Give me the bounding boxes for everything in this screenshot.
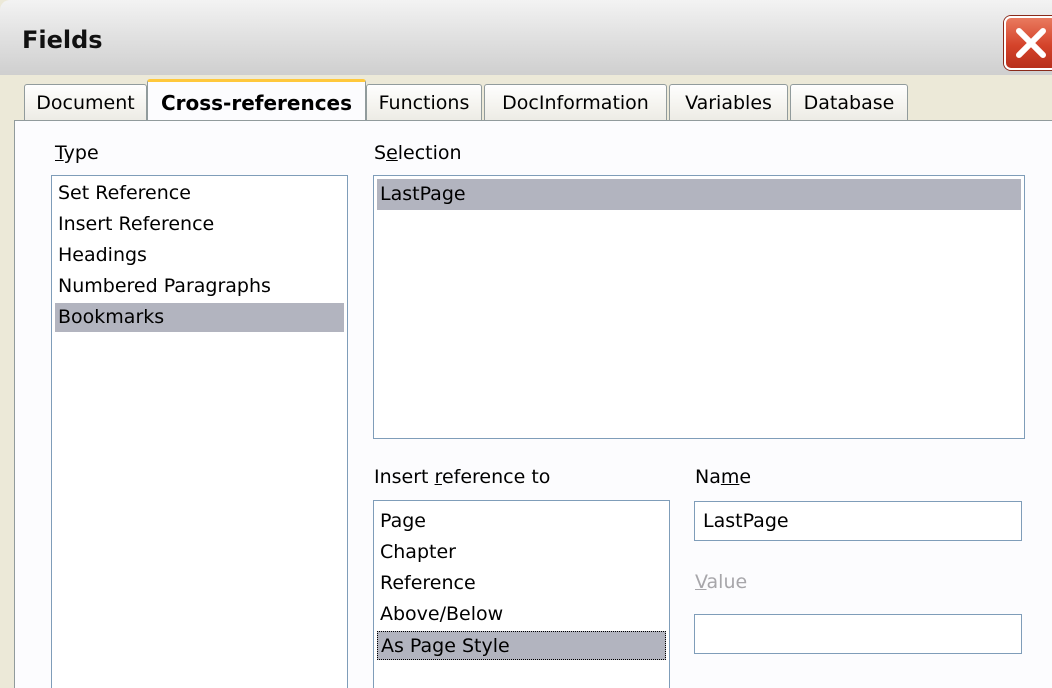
type-item-insert-reference[interactable]: Insert Reference [55, 210, 344, 239]
selection-label: Selection [374, 142, 462, 164]
selection-item-lastpage[interactable]: LastPage [377, 179, 1021, 210]
reference-item-as-page-style[interactable]: As Page Style [377, 631, 666, 660]
type-listbox[interactable]: Set Reference Insert Reference Headings … [51, 175, 348, 688]
tab-label: DocInformation [502, 92, 649, 114]
dialog-title: Fields [22, 26, 103, 54]
tab-label: Database [803, 92, 895, 114]
value-input[interactable] [694, 614, 1022, 654]
cross-references-page: Type Set Reference Insert Reference Head… [14, 120, 1052, 688]
tab-label: Functions [378, 92, 470, 114]
selection-listbox[interactable]: LastPage [373, 175, 1025, 439]
type-item-set-reference[interactable]: Set Reference [55, 179, 344, 208]
title-bar[interactable]: Fields [0, 0, 1052, 76]
tab-database[interactable]: Database [790, 84, 908, 121]
close-button[interactable] [1004, 16, 1052, 70]
tab-variables[interactable]: Variables [669, 84, 788, 121]
insert-reference-label: Insert reference to [374, 466, 551, 488]
type-item-headings[interactable]: Headings [55, 241, 344, 270]
name-input[interactable]: LastPage [694, 501, 1022, 541]
tab-strip: Document Cross-references Functions DocI… [0, 75, 1052, 123]
type-item-numbered-paragraphs[interactable]: Numbered Paragraphs [55, 272, 344, 301]
reference-item-chapter[interactable]: Chapter [377, 538, 666, 567]
tab-docinformation[interactable]: DocInformation [484, 84, 667, 121]
tab-label: Variables [685, 92, 772, 114]
tab-document[interactable]: Document [24, 84, 147, 121]
close-icon [1016, 28, 1046, 58]
reference-item-above-below[interactable]: Above/Below [377, 600, 666, 629]
insert-reference-listbox[interactable]: Page Chapter Reference Above/Below As Pa… [373, 500, 670, 688]
name-label: Name [695, 466, 752, 488]
reference-item-reference[interactable]: Reference [377, 569, 666, 598]
tab-cross-references[interactable]: Cross-references [147, 79, 366, 123]
type-label: Type [55, 142, 99, 164]
tab-functions[interactable]: Functions [366, 84, 482, 121]
fields-dialog: Fields Document Cross-references Functio… [0, 0, 1052, 688]
tab-label: Cross-references [160, 91, 353, 115]
type-item-bookmarks[interactable]: Bookmarks [55, 303, 344, 332]
value-label: Value [695, 571, 748, 593]
reference-item-page[interactable]: Page [377, 507, 666, 536]
tab-label: Document [36, 92, 135, 114]
